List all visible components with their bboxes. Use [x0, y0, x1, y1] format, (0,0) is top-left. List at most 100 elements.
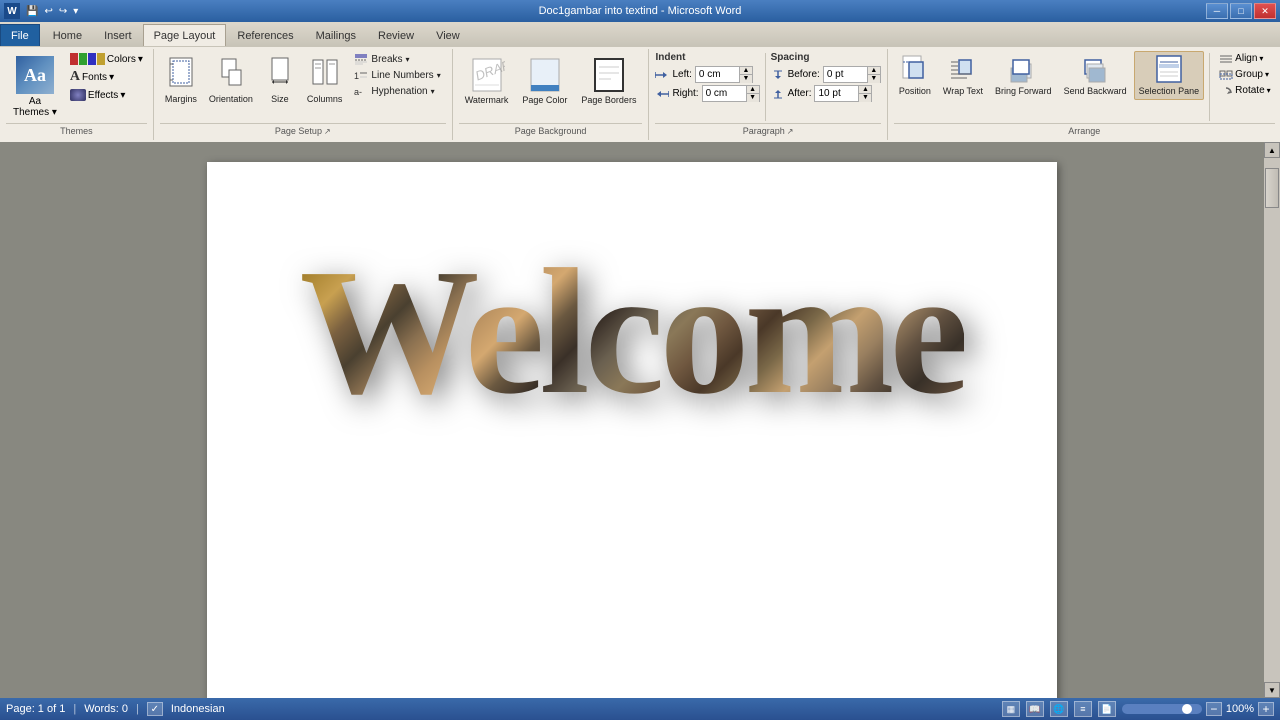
margins-icon — [167, 56, 195, 92]
qa-dropdown-btn[interactable]: ▾ — [71, 6, 80, 17]
spacing-after-input[interactable]: 10 pt ▲ ▼ — [814, 85, 872, 102]
tab-mailings[interactable]: Mailings — [305, 24, 367, 46]
document-area: Welcome Welcome — [0, 142, 1264, 698]
indent-right-up[interactable]: ▲ — [747, 86, 759, 94]
undo-quick-btn[interactable]: ↩ — [42, 6, 54, 17]
tab-file[interactable]: File — [0, 24, 40, 46]
welcome-container: Welcome Welcome — [207, 242, 1057, 422]
rotate-btn[interactable]: Rotate ▾ — [1215, 83, 1274, 98]
margins-btn[interactable]: Margins — [160, 51, 202, 109]
themes-btn-label: Aa — [29, 96, 41, 107]
document-page: Welcome Welcome — [207, 162, 1057, 698]
indent-left-down[interactable]: ▼ — [740, 75, 752, 83]
indent-left-input[interactable]: 0 cm ▲ ▼ — [695, 66, 753, 83]
tab-review[interactable]: Review — [367, 24, 425, 46]
linenumbers-btn[interactable]: 1 Line Numbers ▾ — [349, 67, 445, 83]
themes-btn[interactable]: Aa Aa Themes ▾ — [6, 51, 64, 123]
before-label: Before: — [788, 69, 820, 80]
zoom-out-btn[interactable]: − — [1206, 702, 1222, 716]
pagesetup-group-content: Margins Orientation — [160, 51, 446, 123]
tab-view[interactable]: View — [425, 24, 471, 46]
pagebg-group-content: DRAFT Watermark Page Color — [459, 51, 643, 123]
fonts-arrow: ▾ — [109, 72, 114, 83]
rotate-btn-label: Rotate — [1235, 85, 1264, 96]
save-quick-btn[interactable]: 💾 — [24, 6, 40, 17]
arrange-sep — [1209, 53, 1210, 121]
sendbackward-btn[interactable]: Send Backward — [1059, 51, 1132, 100]
spacing-before-up[interactable]: ▲ — [868, 67, 880, 75]
full-reading-btn[interactable]: 📖 — [1026, 701, 1044, 717]
bringforward-btn[interactable]: Bring Forward — [990, 51, 1057, 100]
tab-references[interactable]: References — [226, 24, 304, 46]
status-right: ▦ 📖 🌐 ≡ 📄 − 100% + — [1002, 701, 1274, 717]
effects-btn-label: Effects — [88, 90, 118, 101]
position-btn-label: Position — [899, 86, 931, 97]
quick-access-toolbar: 💾 ↩ ↪ ▾ — [24, 6, 80, 17]
welcome-text: Welcome — [300, 242, 965, 422]
web-layout-btn[interactable]: 🌐 — [1050, 701, 1068, 717]
spacing-before-val: 0 pt — [824, 69, 867, 80]
draft-view-btn[interactable]: 📄 — [1098, 701, 1116, 717]
paragraph-group-label: Paragraph ↗ — [655, 123, 880, 138]
spacing-before-input[interactable]: 0 pt ▲ ▼ — [823, 66, 881, 83]
tab-home[interactable]: Home — [42, 24, 93, 46]
spacing-before-down[interactable]: ▼ — [868, 75, 880, 83]
colors-arrow: ▾ — [138, 54, 143, 65]
zoom-thumb[interactable] — [1182, 704, 1192, 714]
selectionpane-btn[interactable]: Selection Pane — [1134, 51, 1205, 100]
watermark-btn[interactable]: DRAFT Watermark — [459, 51, 515, 109]
spacing-after-down[interactable]: ▼ — [859, 94, 871, 102]
indent-right-val: 0 cm — [703, 88, 746, 99]
pageborders-btn[interactable]: Page Borders — [575, 51, 642, 109]
size-btn[interactable]: Size — [260, 51, 300, 109]
spacing-after-row: After: 10 pt ▲ ▼ — [771, 85, 881, 102]
close-btn[interactable]: ✕ — [1254, 3, 1276, 19]
zoom-slider[interactable] — [1122, 704, 1202, 714]
columns-btn[interactable]: Columns — [302, 51, 348, 109]
scroll-up-btn[interactable]: ▲ — [1264, 142, 1280, 158]
breaks-btn-label: Breaks — [371, 54, 402, 65]
indent-col: Indent Left: 0 cm ▲ ▼ — [655, 51, 759, 102]
orientation-btn[interactable]: Orientation — [204, 51, 258, 109]
linenumbers-arrow: ▾ — [437, 71, 441, 80]
fonts-btn[interactable]: A Fonts ▾ — [66, 67, 147, 87]
scroll-thumb[interactable] — [1265, 168, 1279, 208]
indent-left-row: Left: 0 cm ▲ ▼ — [655, 66, 759, 83]
colors-btn[interactable]: Colors ▾ — [66, 51, 147, 67]
indent-right-input[interactable]: 0 cm ▲ ▼ — [702, 85, 760, 102]
align-arrow: ▾ — [1259, 54, 1263, 63]
hyphenation-btn[interactable]: a- Hyphenation ▾ — [349, 83, 445, 99]
spacing-after-up[interactable]: ▲ — [859, 86, 871, 94]
tab-pagelayout[interactable]: Page Layout — [143, 24, 227, 46]
zoom-in-btn[interactable]: + — [1258, 702, 1274, 716]
breaks-btn[interactable]: Breaks ▾ — [349, 51, 445, 67]
restore-btn[interactable]: □ — [1230, 3, 1252, 19]
redo-quick-btn[interactable]: ↪ — [57, 6, 69, 17]
group-btn[interactable]: Group ▾ — [1215, 67, 1274, 82]
indent-left-up[interactable]: ▲ — [740, 67, 752, 75]
scroll-down-btn[interactable]: ▼ — [1264, 682, 1280, 698]
paragraph-expand-icon[interactable]: ↗ — [787, 127, 794, 136]
pagecolor-btn[interactable]: Page Color — [516, 51, 573, 109]
themes-btn-text: Themes ▾ — [13, 107, 57, 118]
ribbon: File Home Insert Page Layout References … — [0, 22, 1280, 143]
outline-view-btn[interactable]: ≡ — [1074, 701, 1092, 717]
pagebg-group: DRAFT Watermark Page Color — [453, 49, 650, 140]
wraptext-btn[interactable]: Wrap Text — [938, 51, 988, 100]
minimize-btn[interactable]: ─ — [1206, 3, 1228, 19]
spellcheck-btn[interactable]: ✓ — [147, 702, 163, 716]
print-layout-btn[interactable]: ▦ — [1002, 701, 1020, 717]
effects-btn[interactable]: Effects ▾ — [66, 87, 147, 103]
position-btn[interactable]: Position — [894, 51, 936, 100]
status-bar: Page: 1 of 1 | Words: 0 | ✓ Indonesian ▦… — [0, 698, 1280, 720]
title-bar: W 💾 ↩ ↪ ▾ Doc1gambar into textind - Micr… — [0, 0, 1280, 22]
themes-stack: Colors ▾ A Fonts ▾ Effects ▾ — [66, 51, 147, 103]
indent-left-val: 0 cm — [696, 69, 739, 80]
columns-icon — [311, 56, 339, 92]
align-btn[interactable]: Align ▾ — [1215, 51, 1274, 66]
indent-right-down[interactable]: ▼ — [747, 94, 759, 102]
spacing-col: Spacing Before: 0 pt ▲ ▼ — [771, 51, 881, 102]
indent-right-row: Right: 0 cm ▲ ▼ — [655, 85, 759, 102]
pagesetup-expand-icon[interactable]: ↗ — [324, 127, 331, 136]
tab-insert[interactable]: Insert — [93, 24, 143, 46]
